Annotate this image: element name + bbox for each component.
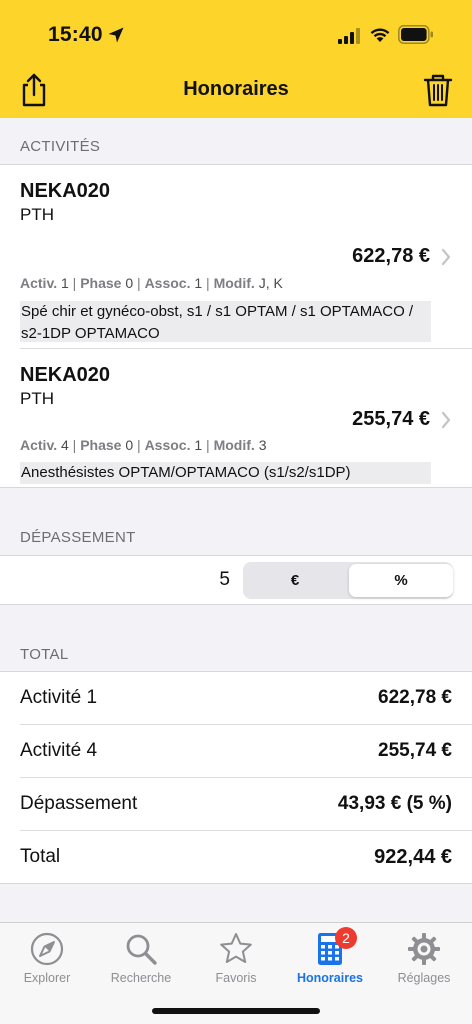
magnifier-icon xyxy=(126,934,157,965)
activity-meta: Activ. 1 | Phase 0 | Assoc. 1 | Modif. J… xyxy=(20,275,283,291)
location-arrow-icon xyxy=(108,27,124,43)
total-row-value: 43,93 € (5 %) xyxy=(337,793,452,814)
tab-recherche[interactable]: Recherche xyxy=(94,931,188,985)
page-title: Honoraires xyxy=(183,78,289,100)
compass-icon xyxy=(30,932,64,966)
tab-reglages[interactable]: Réglages xyxy=(377,931,471,985)
notification-badge: 2 xyxy=(335,927,357,949)
tab-favoris[interactable]: Favoris xyxy=(189,931,283,985)
wifi-icon xyxy=(370,28,390,42)
grand-total-value: 922,44 € xyxy=(374,846,452,868)
star-icon xyxy=(220,933,252,963)
unit-segmented-control[interactable]: € % xyxy=(243,562,453,599)
activity-meta: Activ. 4 | Phase 0 | Assoc. 1 | Modif. 3 xyxy=(20,437,267,453)
unit-option-percent[interactable]: % xyxy=(349,564,453,597)
total-section-header: TOTAL xyxy=(20,646,69,663)
activities-list: NEKA020 PTH 622,78 € Activ. 1 | Phase 0 … xyxy=(0,164,472,488)
tab-label: Réglages xyxy=(397,971,451,985)
depassement-value-input[interactable]: 5 xyxy=(219,569,230,591)
tab-label: Honoraires xyxy=(297,971,363,985)
total-row-value: 622,78 € xyxy=(378,687,452,708)
total-row-label: Dépassement xyxy=(20,793,138,814)
nav-header: 15:40 Honoraires xyxy=(0,0,472,118)
tab-honoraires[interactable]: 2 Honoraires xyxy=(283,927,377,985)
status-bar: 15:40 xyxy=(0,0,472,70)
total-row-value: 255,74 € xyxy=(378,740,452,761)
cellular-signal-icon xyxy=(338,28,360,44)
depassement-row: 5 € % xyxy=(0,555,472,605)
tab-label: Favoris xyxy=(215,971,257,985)
total-row: Activité 1 622,78 € xyxy=(0,672,472,725)
activity-price: 255,74 € xyxy=(352,408,430,430)
activity-note: Anesthésistes OPTAM/OPTAMACO (s1/s2/s1DP… xyxy=(20,462,431,484)
activity-label: PTH xyxy=(20,205,54,224)
total-row: Dépassement 43,93 € (5 %) xyxy=(0,778,472,831)
depassement-section-header: DÉPASSEMENT xyxy=(20,529,136,546)
chevron-right-icon xyxy=(441,248,451,266)
gear-icon xyxy=(408,933,440,965)
total-row-label: Activité 4 xyxy=(20,740,98,761)
grand-total-label: Total xyxy=(20,846,61,867)
chevron-right-icon xyxy=(441,411,451,429)
delete-button[interactable] xyxy=(422,72,454,108)
tab-label: Explorer xyxy=(23,971,71,985)
tab-label: Recherche xyxy=(110,971,172,985)
activity-code: NEKA020 xyxy=(20,364,111,386)
home-indicator xyxy=(152,1008,320,1014)
activities-section-header: ACTIVITÉS xyxy=(20,138,101,155)
activity-row-2[interactable]: NEKA020 PTH 255,74 € Activ. 4 | Phase 0 … xyxy=(0,349,472,489)
total-row: Activité 4 255,74 € xyxy=(0,725,472,778)
activity-label: PTH xyxy=(20,389,54,408)
activity-note: Spé chir et gynéco-obst, s1 / s1 OPTAM /… xyxy=(20,301,431,342)
tab-explorer[interactable]: Explorer xyxy=(0,931,94,985)
totals-list: Activité 1 622,78 € Activité 4 255,74 € … xyxy=(0,671,472,884)
activity-row-1[interactable]: NEKA020 PTH 622,78 € Activ. 1 | Phase 0 … xyxy=(0,165,472,348)
unit-option-euro[interactable]: € xyxy=(243,562,347,599)
status-time: 15:40 xyxy=(48,23,103,46)
activity-price: 622,78 € xyxy=(352,245,430,267)
battery-icon xyxy=(398,25,433,44)
activity-code: NEKA020 xyxy=(20,180,111,202)
total-row-label: Activité 1 xyxy=(20,687,98,708)
grand-total-row: Total 922,44 € xyxy=(0,831,472,884)
trash-icon xyxy=(423,74,453,107)
